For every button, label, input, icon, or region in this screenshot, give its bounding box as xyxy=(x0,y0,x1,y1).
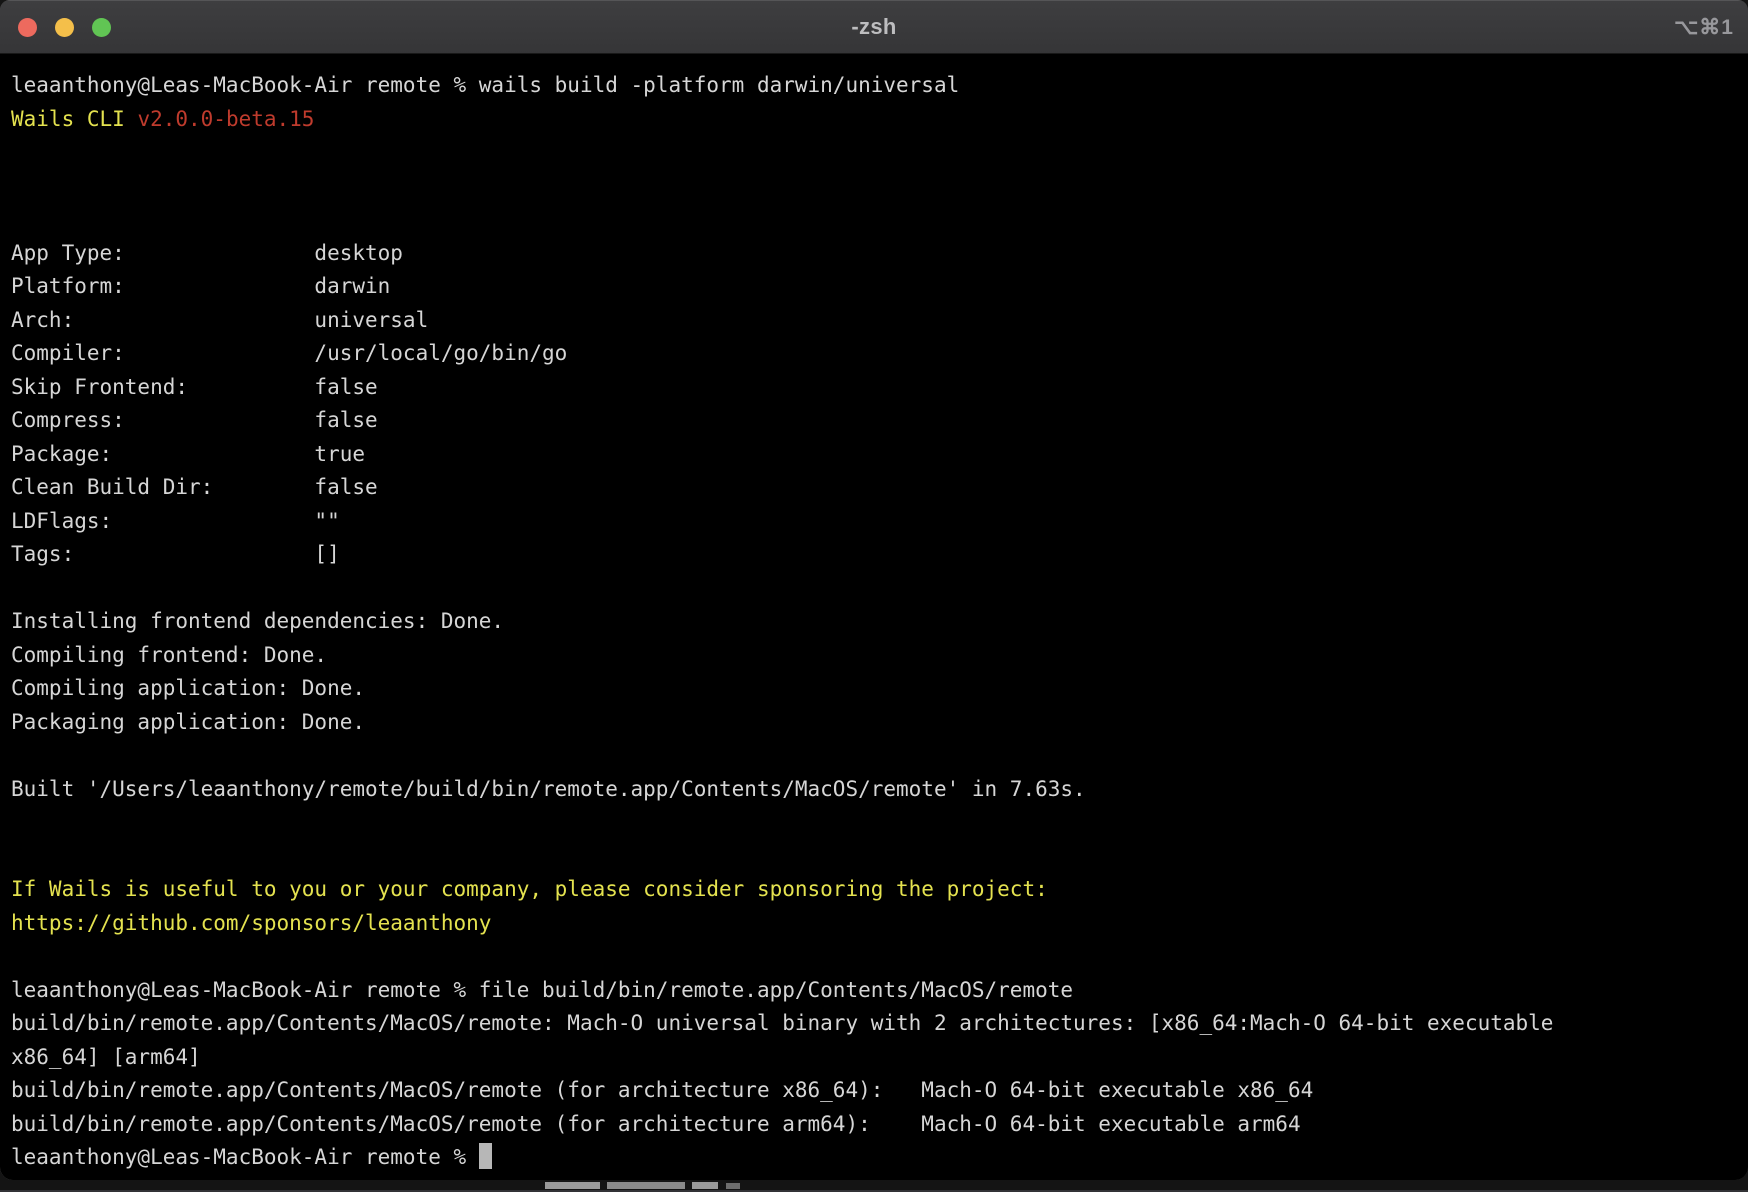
terminal-output[interactable]: leaanthony@Leas-MacBook-Air remote % wai… xyxy=(0,54,1748,1180)
terminal-line: build/bin/remote.app/Contents/MacOS/remo… xyxy=(11,1108,1740,1142)
terminal-line: Built '/Users/leaanthony/remote/build/bi… xyxy=(11,773,1740,807)
window-title: -zsh xyxy=(851,14,896,40)
terminal-line: Package: true xyxy=(11,438,1740,472)
terminal-line: Clean Build Dir: false xyxy=(11,471,1740,505)
terminal-line xyxy=(11,203,1740,237)
terminal-line xyxy=(11,806,1740,840)
terminal-line: Wails CLI v2.0.0-beta.15 xyxy=(11,103,1740,137)
terminal-line: leaanthony@Leas-MacBook-Air remote % xyxy=(11,1141,1740,1175)
terminal-line: Installing frontend dependencies: Done. xyxy=(11,605,1740,639)
close-button[interactable] xyxy=(18,18,37,37)
terminal-line: Compress: false xyxy=(11,404,1740,438)
background-window-text-fragment xyxy=(692,1182,718,1189)
terminal-line xyxy=(11,170,1740,204)
terminal-line xyxy=(11,572,1740,606)
terminal-line: Compiler: /usr/local/go/bin/go xyxy=(11,337,1740,371)
terminal-line: Skip Frontend: false xyxy=(11,371,1740,405)
terminal-line xyxy=(11,940,1740,974)
terminal-line: Compiling application: Done. xyxy=(11,672,1740,706)
terminal-line: https://github.com/sponsors/leaanthony xyxy=(11,907,1740,941)
terminal-window: -zsh ⌥⌘1 leaanthony@Leas-MacBook-Air rem… xyxy=(0,0,1748,1180)
terminal-line: LDFlags: "" xyxy=(11,505,1740,539)
desktop-screen: -zsh ⌥⌘1 leaanthony@Leas-MacBook-Air rem… xyxy=(0,0,1748,1192)
terminal-line: Compiling frontend: Done. xyxy=(11,639,1740,673)
terminal-line: App Type: desktop xyxy=(11,237,1740,271)
terminal-line: leaanthony@Leas-MacBook-Air remote % fil… xyxy=(11,974,1740,1008)
terminal-line: build/bin/remote.app/Contents/MacOS/remo… xyxy=(11,1007,1740,1041)
background-window-text-fragment xyxy=(545,1182,600,1189)
tab-shortcut-badge: ⌥⌘1 xyxy=(1674,0,1734,54)
background-window-text-fragment xyxy=(726,1183,740,1189)
terminal-line: leaanthony@Leas-MacBook-Air remote % wai… xyxy=(11,69,1740,103)
terminal-line xyxy=(11,136,1740,170)
terminal-line: Packaging application: Done. xyxy=(11,706,1740,740)
terminal-line xyxy=(11,739,1740,773)
terminal-line xyxy=(11,840,1740,874)
background-window-text-fragment xyxy=(607,1182,685,1189)
terminal-line: build/bin/remote.app/Contents/MacOS/remo… xyxy=(11,1074,1740,1108)
background-window-sliver xyxy=(0,1180,1748,1192)
terminal-line: x86_64] [arm64] xyxy=(11,1041,1740,1075)
terminal-line: Platform: darwin xyxy=(11,270,1740,304)
terminal-line: Arch: universal xyxy=(11,304,1740,338)
zoom-button[interactable] xyxy=(92,18,111,37)
traffic-lights xyxy=(18,18,111,37)
terminal-line: Tags: [] xyxy=(11,538,1740,572)
window-titlebar[interactable]: -zsh ⌥⌘1 xyxy=(0,0,1748,54)
text-cursor xyxy=(479,1143,492,1169)
minimize-button[interactable] xyxy=(55,18,74,37)
terminal-line: If Wails is useful to you or your compan… xyxy=(11,873,1740,907)
